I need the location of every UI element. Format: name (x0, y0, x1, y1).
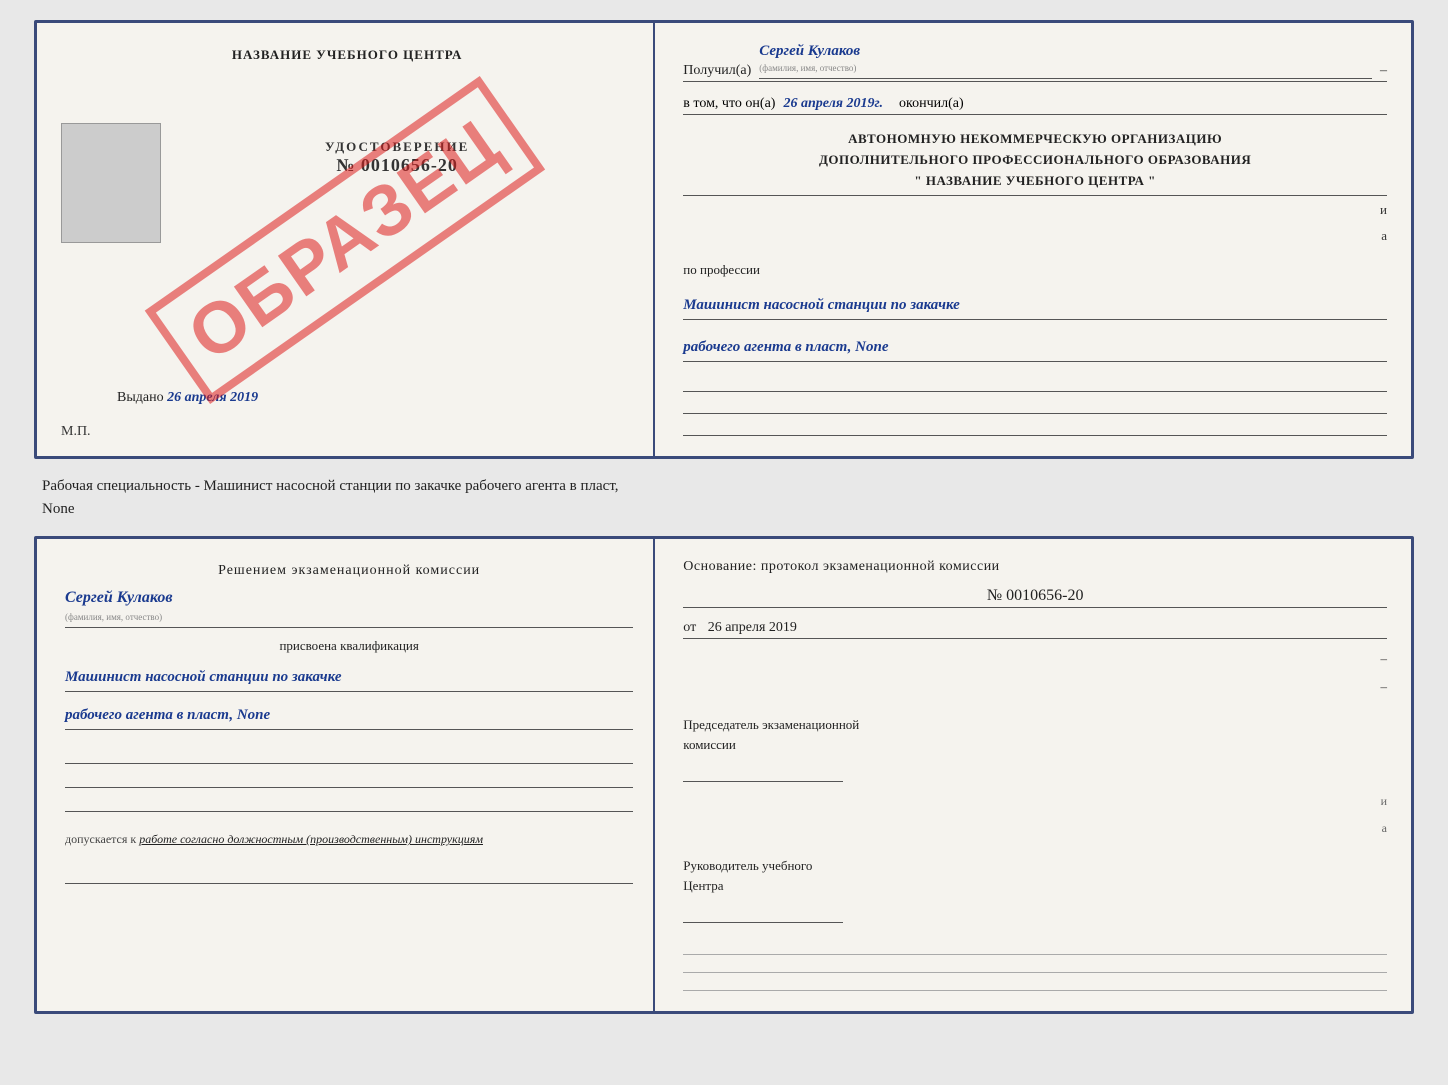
protocol-number: № 0010656-20 (683, 587, 1387, 608)
chairman-sign-line (683, 758, 843, 782)
chairman-label2: комиссии (683, 735, 1387, 755)
middle-text-block: Рабочая специальность - Машинист насосно… (34, 471, 1414, 524)
rukovoditel-block: Руководитель учебного Центра (683, 856, 1387, 923)
dash-line-3 (683, 420, 1387, 436)
side-markers: и (683, 794, 1387, 809)
osnov-title: Основание: протокол экзаменационной коми… (683, 559, 1387, 575)
rukovoditel-label1: Руководитель учебного (683, 856, 1387, 876)
po-professii: по профессии (683, 262, 1387, 278)
vtom-row: в том, что он(а) 26 апреля 2019г. окончи… (683, 96, 1387, 115)
dopuskaetsya-block: допускается к работе согласно должностны… (65, 830, 633, 849)
poluchil-label: Получил(а) (683, 63, 751, 79)
org-line1: АВТОНОМНУЮ НЕКОММЕРЧЕСКУЮ ОРГАНИЗАЦИЮ (683, 129, 1387, 150)
resolution-title: Решением экзаменационной комиссии (65, 563, 633, 579)
poluchil-sub: (фамилия, имя, отчество) (759, 63, 856, 73)
chairman-label1: Председатель экзаменационной (683, 715, 1387, 735)
b-dash-3 (65, 796, 633, 812)
right-dashes (683, 376, 1387, 436)
br-dash2: – (683, 679, 1387, 695)
dash1: – (1380, 63, 1387, 79)
ot-date-row: от 26 апреля 2019 (683, 620, 1387, 639)
rukovoditel-sign-line (683, 899, 843, 923)
bottom-dash-lines (65, 748, 633, 812)
b-dash-1 (65, 748, 633, 764)
udc-label: УДОСТОВЕРЕНИЕ (161, 139, 633, 155)
b-dash-2 (65, 772, 633, 788)
vtom-label: в том, что он(а) (683, 96, 775, 112)
marker-a: а (1382, 821, 1387, 836)
document-container: НАЗВАНИЕ УЧЕБНОГО ЦЕНТРА УДОСТОВЕРЕНИЕ №… (34, 20, 1414, 1014)
top-booklet-left: НАЗВАНИЕ УЧЕБНОГО ЦЕНТРА УДОСТОВЕРЕНИЕ №… (37, 23, 655, 456)
dash-line-2 (683, 398, 1387, 414)
poluchil-row: Получил(а) Сергей Кулаков (фамилия, имя,… (683, 43, 1387, 82)
name-line: Сергей Кулаков (фамилия, имя, отчество) (65, 589, 633, 628)
trailing-dashes (683, 943, 1387, 991)
bottom-name-sub: (фамилия, имя, отчество) (65, 612, 162, 622)
prisvoena: присвоена квалификация (65, 638, 633, 654)
bottom-booklet: Решением экзаменационной комиссии Сергей… (34, 536, 1414, 1014)
bottom-booklet-right: Основание: протокол экзаменационной коми… (655, 539, 1411, 1011)
bottom-name-value: Сергей Кулаков (65, 589, 172, 606)
ot-label: от (683, 620, 696, 635)
b-dash-4 (65, 868, 633, 884)
vydano-line: Выдано 26 апреля 2019 (117, 390, 258, 406)
watermark: ОБРАЗЕЦ (145, 76, 546, 404)
dash-line-1 (683, 376, 1387, 392)
vtom-date: 26 апреля 2019г. (783, 96, 883, 112)
udc-number: № 0010656-20 (161, 155, 633, 176)
ot-date: 26 апреля 2019 (708, 620, 797, 635)
marker-i: и (1381, 794, 1387, 809)
mp-label: М.П. (61, 424, 91, 440)
org-line2: ДОПОЛНИТЕЛЬНОГО ПРОФЕССИОНАЛЬНОГО ОБРАЗО… (683, 150, 1387, 171)
org-block: АВТОНОМНУЮ НЕКОММЕРЧЕСКУЮ ОРГАНИЗАЦИЮ ДО… (683, 129, 1387, 196)
br-dash1: – (683, 651, 1387, 667)
dash-a: а (683, 228, 1387, 244)
top-center-title: НАЗВАНИЕ УЧЕБНОГО ЦЕНТРА (61, 47, 633, 63)
udc-block: УДОСТОВЕРЕНИЕ № 0010656-20 (161, 139, 633, 176)
tr-dash-1 (683, 943, 1387, 955)
photo-placeholder (61, 123, 161, 243)
dopuskaetsya-value: работе согласно должностным (производств… (139, 832, 483, 846)
middle-line2: None (42, 501, 75, 517)
qual-line1: Машинист насосной станции по закачке (65, 664, 633, 692)
org-line3: " НАЗВАНИЕ УЧЕБНОГО ЦЕНТРА " (683, 171, 1387, 192)
dash-i: и (683, 202, 1387, 218)
chairman-block: Председатель экзаменационной комиссии (683, 715, 1387, 782)
rukovoditel-label2: Центра (683, 876, 1387, 896)
top-booklet-right: Получил(а) Сергей Кулаков (фамилия, имя,… (655, 23, 1411, 456)
poluchil-value-wrap: Сергей Кулаков (фамилия, имя, отчество) (759, 43, 1372, 79)
okonchil-label: окончил(а) (899, 96, 964, 112)
top-booklet: НАЗВАНИЕ УЧЕБНОГО ЦЕНТРА УДОСТОВЕРЕНИЕ №… (34, 20, 1414, 459)
poluchil-value: Сергей Кулаков (759, 43, 860, 59)
vydano-label: Выдано (117, 390, 164, 405)
tr-dash-3 (683, 979, 1387, 991)
tr-dash-2 (683, 961, 1387, 973)
qual-line2: рабочего агента в пласт, None (65, 702, 633, 730)
profession-line1: Машинист насосной станции по закачке (683, 292, 1387, 320)
middle-line1: Рабочая специальность - Машинист насосно… (42, 478, 619, 494)
dopuskaetsya-label: допускается к (65, 832, 136, 846)
profession-line2: рабочего агента в пласт, None (683, 334, 1387, 362)
bottom-booklet-left: Решением экзаменационной комиссии Сергей… (37, 539, 655, 1011)
vydano-date: 26 апреля 2019 (167, 390, 258, 405)
